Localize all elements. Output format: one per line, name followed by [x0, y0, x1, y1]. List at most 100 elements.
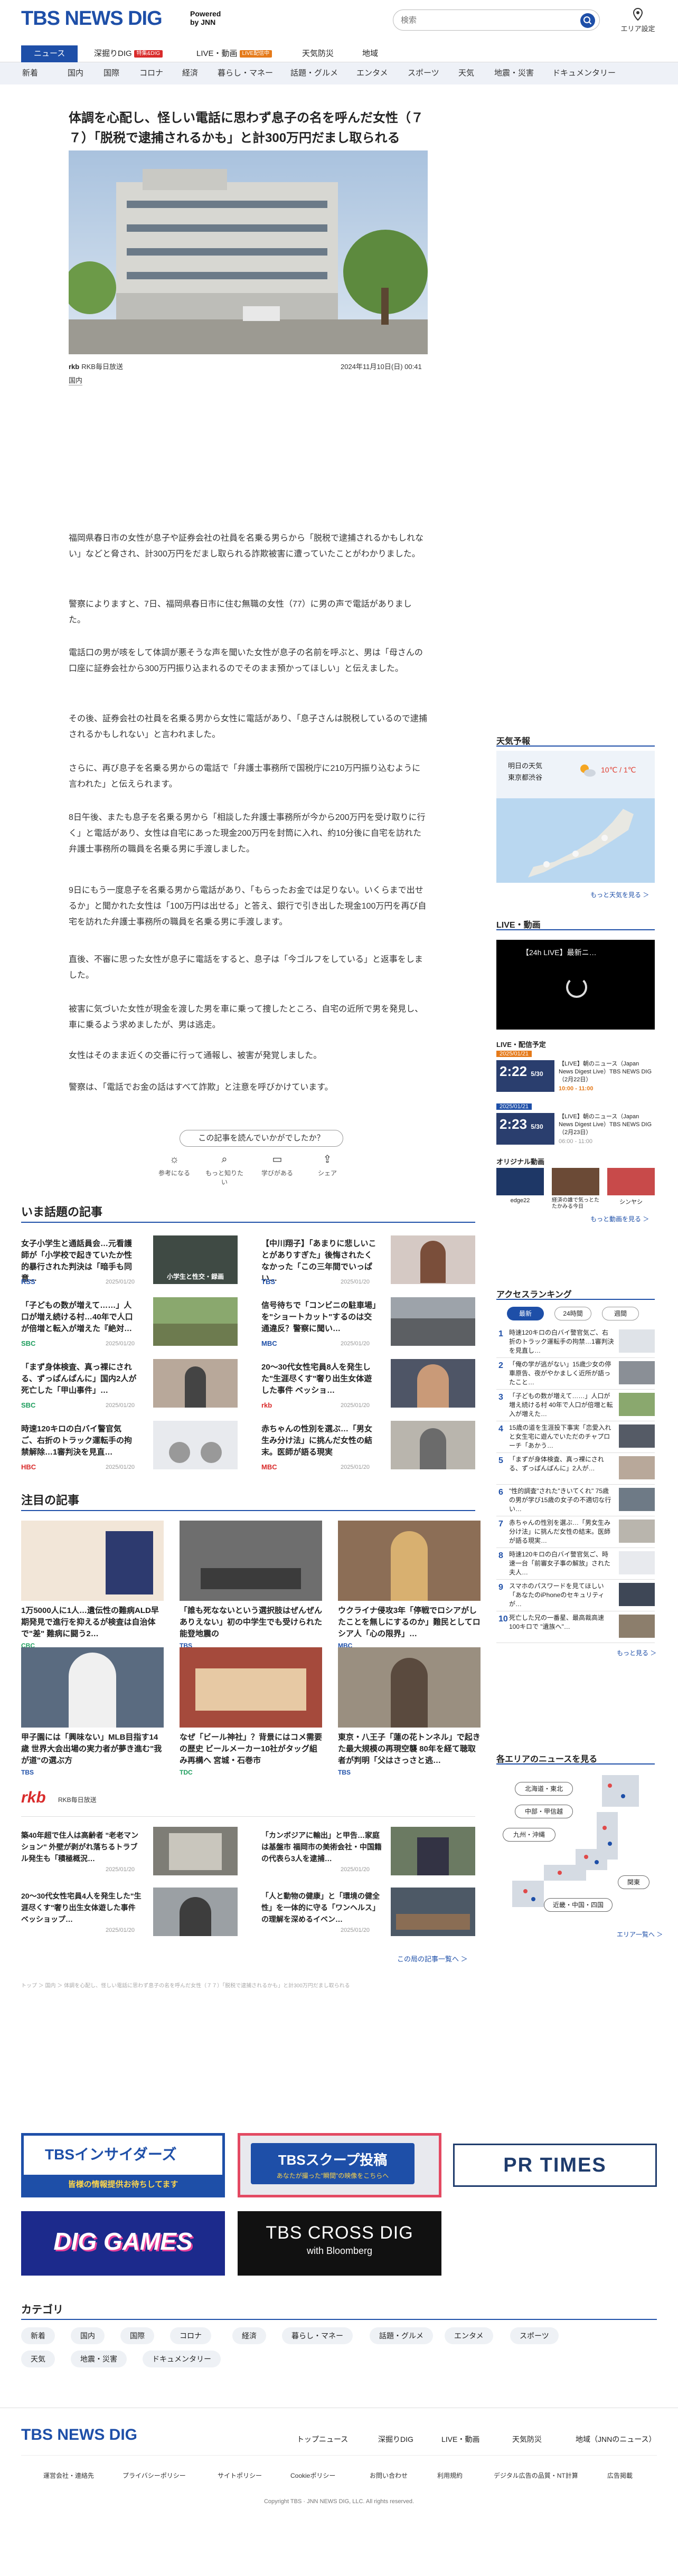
ranking-item[interactable]: 3 「子どもの数が増えて……」人口が増え続ける村 40年で人口が倍増と転入が増えた… — [496, 1390, 655, 1421]
weather-widget[interactable]: 明日の天気 東京都渋谷 10℃ / 1℃ — [496, 751, 655, 798]
ranking-tab-week[interactable]: 週間 — [602, 1307, 639, 1320]
insiders-banner[interactable]: TBSインサイダーズ 皆様の情報提供お待ちしてます — [21, 2133, 225, 2197]
subnav-item[interactable]: 話題・グルメ — [290, 62, 338, 84]
footer-sublink[interactable]: 利用規約 — [437, 2471, 463, 2480]
category-chip[interactable]: 話題・グルメ — [370, 2327, 433, 2344]
subnav-item[interactable]: コロナ — [139, 62, 163, 84]
weather-location: 東京都渋谷 — [508, 773, 543, 781]
featured-card[interactable]: なぜ「ビール神社」？背景にはコメ需要の歴史 ビールメーカー10社がタッグ組み再構… — [180, 1647, 322, 1776]
footer-sublink[interactable]: 広告掲載 — [607, 2471, 633, 2480]
live-player[interactable]: 【24h LIVE】最新ニ… — [496, 940, 655, 1030]
search-input[interactable] — [401, 10, 575, 30]
featured-card[interactable]: 1万5000人に1人…遺伝性の難病ALD早期発見で進行を抑えるが検査は自治体で"… — [21, 1521, 164, 1649]
site-logo[interactable]: TBS NEWS DIG — [21, 7, 163, 30]
nav-dig[interactable]: 深掘りDIG 特集&DIG — [94, 45, 163, 62]
subnav-item[interactable]: 暮らし・マネー — [218, 62, 273, 84]
category-chip[interactable]: 国内 — [71, 2327, 105, 2344]
original-video-card[interactable]: シンヤシ — [607, 1168, 655, 1211]
category-chip[interactable]: 地震・災害 — [71, 2351, 127, 2367]
area-button-chubu[interactable]: 中部・甲信越 — [515, 1805, 573, 1818]
subnav-item[interactable]: 経済 — [182, 62, 198, 84]
featured-card[interactable]: 甲子園には「興味ない」MLB目指す14歳 世界大会出場の実力者が夢き進む"我が道… — [21, 1647, 164, 1776]
article-source[interactable]: rkb RKB毎日放送 — [69, 361, 123, 371]
ranking-tab-24h[interactable]: 24時間 — [554, 1307, 591, 1320]
area-more-link[interactable]: エリア一覧へ ＞ — [617, 1930, 663, 1939]
scoop-banner[interactable]: TBSスクープ投稿 あなたが撮った"瞬間"の映像をこちらへ — [238, 2133, 441, 2197]
category-chip[interactable]: ドキュメンタリー — [143, 2351, 221, 2367]
live-schedule-item[interactable]: 2025/01/21 2:23 5/30 【LIVE】朝のニュース（Japan … — [496, 1103, 655, 1150]
article-category-tag[interactable]: 国内 — [69, 375, 83, 385]
ranking-item[interactable]: 4 15歳の道を生涯投下事実「恋愛入れと女生宅に遊んでいただのチャプローチ「あかう… — [496, 1421, 655, 1453]
footer-sublink[interactable]: 運営会社・連絡先 — [43, 2471, 94, 2480]
category-chip[interactable]: 暮らし・マネー — [282, 2327, 353, 2344]
video-more-link[interactable]: もっと動画を見る ＞ — [590, 1214, 649, 1223]
ranking-item[interactable]: 8 時速120キロの白バイ警官気ご、時速一台「前審女子事の解放」された夫人… — [496, 1548, 655, 1580]
featured-card[interactable]: 「誰も死なないという選択肢はぜんぜんありえない」初の中学生でも受けられた能登地震… — [180, 1521, 322, 1649]
footer-sublink[interactable]: お問い合わせ — [370, 2471, 408, 2480]
area-button-kanto[interactable]: 関東 — [618, 1875, 649, 1889]
footer-link[interactable]: 地域（JNNのニュース） — [576, 2434, 656, 2445]
subnav-item[interactable]: 国際 — [103, 62, 119, 84]
original-video-card[interactable]: edge22 — [496, 1168, 544, 1211]
nav-region[interactable]: 地域 — [362, 45, 378, 62]
category-chip[interactable]: スポーツ — [510, 2327, 559, 2344]
weather-map[interactable] — [496, 798, 655, 883]
ranking-item[interactable]: 1 時速120キロの白バイ警官気ご、右折のトラック運転手の拘禁…1審判決を見直し… — [496, 1326, 655, 1358]
prtimes-banner[interactable]: PR TIMES — [453, 2144, 657, 2187]
subnav-item[interactable]: 新着 — [22, 62, 38, 84]
nav-weather[interactable]: 天気防災 — [302, 45, 334, 62]
area-setting-button[interactable]: エリア設定 — [617, 7, 659, 33]
copyright: Copyright TBS · JNN NEWS DIG, LLC. All r… — [263, 2498, 415, 2505]
reaction-more-button[interactable]: ⌕ もっと知りたい — [203, 1154, 246, 1186]
category-chip[interactable]: エンタメ — [445, 2327, 493, 2344]
footer-sublink[interactable]: サイトポリシー — [218, 2471, 262, 2480]
reaction-helpful-button[interactable]: ☼ 参考になる — [153, 1154, 195, 1177]
cross-dig-banner[interactable]: TBS CROSS DIG with Bloomberg — [238, 2211, 441, 2276]
subnav-item[interactable]: ドキュメンタリー — [552, 62, 616, 84]
footer-link[interactable]: 天気防災 — [512, 2434, 542, 2445]
footer-logo[interactable]: TBS NEWS DIG — [21, 2426, 137, 2444]
ranking-item[interactable]: 7 赤ちゃんの性別を選ぶ…「男女生み分け法」に挑んだ女性の結末。医師が語る現実… — [496, 1516, 655, 1548]
search-button[interactable] — [580, 13, 595, 28]
nav-live[interactable]: LIVE・動画 LIVE配信中 — [196, 45, 272, 62]
ranking-item[interactable]: 9 スマホのパスワードを見てほしい 「あなたのiPhoneのセキュリティが… — [496, 1580, 655, 1611]
category-chip[interactable]: 新着 — [21, 2327, 55, 2344]
nav-news[interactable]: ニュース — [21, 45, 78, 62]
rkb-logo[interactable]: rkb — [21, 1789, 46, 1807]
ranking-item[interactable]: 2 「俺の学が逃がない」15歳少女の停車原告、夜がやかましく近所が語ったこと… — [496, 1358, 655, 1390]
area-button-hokkaido[interactable]: 北海道・東北 — [515, 1782, 573, 1796]
ranking-item[interactable]: 6 "性的調査"された"きいてくれ" 75歳の男が学び15歳の女子の不適切な行い… — [496, 1485, 655, 1516]
dig-games-banner[interactable]: DIG GAMES — [21, 2211, 225, 2276]
rkb-more-link[interactable]: この局の記事一覧へ ＞ — [397, 1954, 468, 1964]
subnav-item[interactable]: 国内 — [68, 62, 83, 84]
featured-card[interactable]: 東京・八王子「蓮の花トンネル」で起きた最大規模の再現空襲 80年を経て聴取者が判… — [338, 1647, 481, 1776]
ranking-more-link[interactable]: もっと見る ＞ — [617, 1648, 656, 1657]
category-chip[interactable]: コロナ — [170, 2327, 211, 2344]
weather-more-link[interactable]: もっと天気を見る ＞ — [590, 890, 649, 899]
category-chip[interactable]: 天気 — [21, 2351, 55, 2367]
subnav-item[interactable]: 地震・災害 — [494, 62, 534, 84]
footer-sublink[interactable]: デジタル広告の品質・NT計算 — [494, 2471, 578, 2480]
footer-link[interactable]: トップニュース — [297, 2434, 348, 2445]
area-button-kyushu[interactable]: 九州・沖縄 — [503, 1828, 555, 1842]
footer-sublink[interactable]: Cookieポリシー — [290, 2471, 335, 2480]
ranking-thumbnail — [619, 1456, 655, 1479]
area-button-kinki[interactable]: 近畿・中国・四国 — [544, 1898, 613, 1912]
category-chip[interactable]: 経済 — [232, 2327, 266, 2344]
footer-link[interactable]: LIVE・動画 — [441, 2434, 479, 2445]
footer-link[interactable]: 深掘りDIG — [378, 2434, 413, 2445]
share-button[interactable]: ⇪ シェア — [306, 1154, 349, 1177]
live-schedule-item[interactable]: 2025/01/21 2:22 5/30 【LIVE】朝のニュース（Japan … — [496, 1051, 655, 1097]
subnav-item[interactable]: スポーツ — [408, 62, 439, 84]
featured-card[interactable]: ウクライナ侵攻3年「停戦でロシアがしたことを無しにするのか」難民としてロシア人「… — [338, 1521, 481, 1649]
ranking-tab-latest[interactable]: 最新 — [507, 1307, 544, 1320]
category-chip[interactable]: 国際 — [120, 2327, 154, 2344]
reaction-learn-button[interactable]: ▭ 学びがある — [256, 1154, 298, 1177]
original-video-card[interactable]: 経済の誰で気っとたたかみる今日 — [552, 1168, 599, 1211]
footer-sublink[interactable]: プライバシーポリシー — [123, 2471, 186, 2480]
rkb-thumbnail — [153, 1827, 238, 1875]
ranking-item[interactable]: 10 死亡した兄の一番星、最高裁高速100キロで "遺族へ"… — [496, 1611, 655, 1643]
subnav-item[interactable]: エンタメ — [356, 62, 388, 84]
subnav-item[interactable]: 天気 — [458, 62, 474, 84]
ranking-item[interactable]: 5 「まずが身体検査、真っ裸にされる、ずっぱんぱんに」2人が… — [496, 1453, 655, 1485]
